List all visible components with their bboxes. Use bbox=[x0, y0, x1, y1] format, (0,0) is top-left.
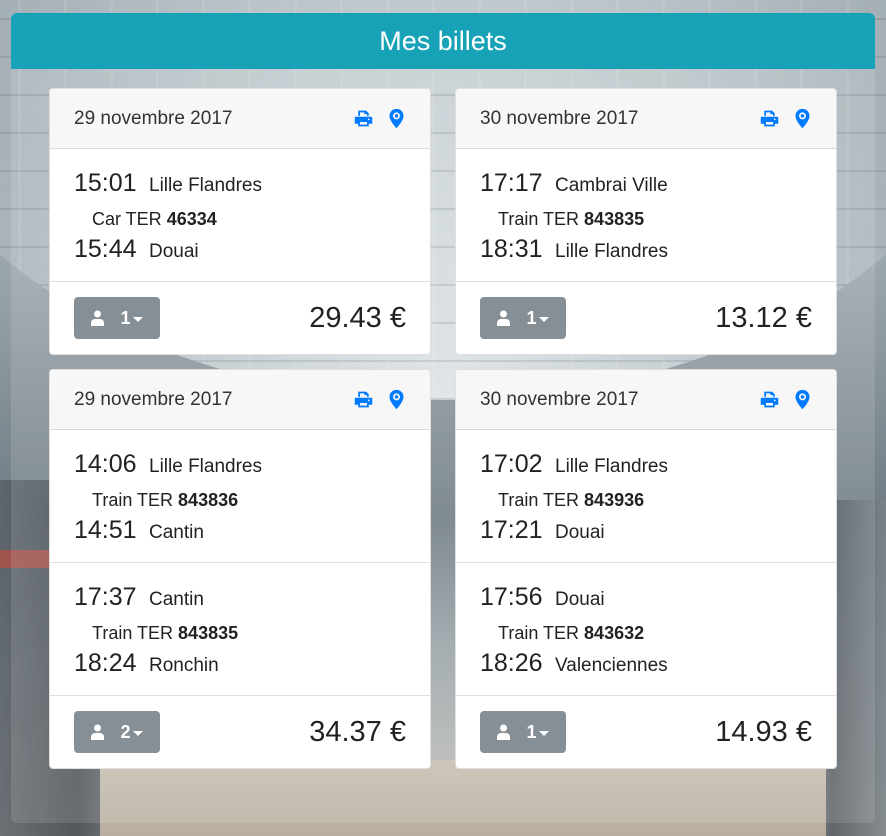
arrival-time: 17:21 bbox=[480, 516, 543, 544]
arrival-time: 18:31 bbox=[480, 235, 543, 263]
page-title: Mes billets bbox=[379, 25, 507, 56]
passenger-count: 1 bbox=[526, 307, 537, 328]
arrival-station: Lille Flandres bbox=[555, 241, 668, 262]
arrival-station: Douai bbox=[555, 522, 605, 543]
ticket-card-footer: 1 13.12 € bbox=[456, 282, 836, 354]
journey-segment: 17:56 Douai Train TER 843632 18:26 Valenci… bbox=[456, 563, 836, 696]
print-icon[interactable] bbox=[759, 389, 780, 410]
transport-mode: Car TER bbox=[92, 209, 162, 229]
ticket-card: 30 novembre 2017 17:17 Cambrai Ville Trai… bbox=[455, 88, 837, 355]
chevron-down-icon bbox=[538, 317, 549, 323]
departure-time: 17:17 bbox=[480, 169, 543, 197]
arrival-time: 15:44 bbox=[74, 235, 137, 263]
chevron-down-icon bbox=[132, 731, 143, 737]
ticket-date: 29 novembre 2017 bbox=[74, 107, 233, 129]
ticket-card-header: 30 novembre 2017 bbox=[456, 370, 836, 430]
ticket-card-footer: 2 34.37 € bbox=[50, 696, 430, 768]
arrival-time: 14:51 bbox=[74, 516, 137, 544]
transport-mode: Train TER bbox=[498, 490, 580, 510]
transport-info: Train TER 843836 bbox=[74, 484, 406, 516]
transport-number: 46334 bbox=[166, 209, 217, 229]
transport-mode: Train TER bbox=[92, 490, 174, 510]
journey-segment: 14:06 Lille Flandres Train TER 843836 14:… bbox=[50, 430, 430, 563]
departure-time: 14:06 bbox=[74, 450, 137, 478]
passenger-count: 1 bbox=[526, 721, 537, 742]
map-marker-icon[interactable] bbox=[792, 389, 813, 410]
departure-time: 17:37 bbox=[74, 583, 137, 611]
journey-segment: 17:02 Lille Flandres Train TER 843936 17:… bbox=[456, 430, 836, 563]
transport-mode: Train TER bbox=[92, 623, 174, 643]
passenger-count-dropdown[interactable]: 1 bbox=[480, 711, 566, 753]
transport-number: 843836 bbox=[178, 490, 239, 510]
tickets-panel: Mes billets 29 novembre 2017 15:01 Lille … bbox=[11, 13, 875, 823]
arrival-time: 18:24 bbox=[74, 649, 137, 677]
map-marker-icon[interactable] bbox=[386, 108, 407, 129]
passenger-count-dropdown[interactable]: 1 bbox=[480, 297, 566, 339]
journey-segment: 17:17 Cambrai Ville Train TER 843835 18:3… bbox=[456, 149, 836, 282]
passenger-count-dropdown[interactable]: 2 bbox=[74, 711, 160, 753]
passenger-count: 2 bbox=[120, 721, 131, 742]
user-icon bbox=[497, 724, 511, 740]
ticket-price: 14.93 € bbox=[715, 715, 812, 748]
ticket-card: 30 novembre 2017 17:02 Lille Flandres Tra… bbox=[455, 369, 837, 769]
departure-station: Cambrai Ville bbox=[555, 175, 668, 196]
arrival-station: Douai bbox=[149, 241, 199, 262]
ticket-card-header: 30 novembre 2017 bbox=[456, 89, 836, 149]
transport-mode: Train TER bbox=[498, 209, 580, 229]
ticket-date: 30 novembre 2017 bbox=[480, 107, 639, 129]
arrival-time: 18:26 bbox=[480, 649, 543, 677]
transport-info: Train TER 843835 bbox=[74, 617, 406, 649]
departure-station: Cantin bbox=[149, 589, 204, 610]
arrival-station: Valenciennes bbox=[555, 655, 668, 676]
ticket-card-header: 29 novembre 2017 bbox=[50, 89, 430, 149]
map-marker-icon[interactable] bbox=[386, 389, 407, 410]
page-header: Mes billets bbox=[11, 13, 875, 69]
transport-number: 843936 bbox=[584, 490, 645, 510]
ticket-date: 29 novembre 2017 bbox=[74, 388, 233, 410]
departure-time: 15:01 bbox=[74, 169, 137, 197]
ticket-price: 29.43 € bbox=[309, 301, 406, 334]
ticket-card: 29 novembre 2017 15:01 Lille Flandres Car… bbox=[49, 88, 431, 355]
transport-info: Train TER 843632 bbox=[480, 617, 812, 649]
departure-time: 17:02 bbox=[480, 450, 543, 478]
ticket-card-header: 29 novembre 2017 bbox=[50, 370, 430, 430]
passenger-count-dropdown[interactable]: 1 bbox=[74, 297, 160, 339]
departure-station: Lille Flandres bbox=[555, 456, 668, 477]
departure-station: Lille Flandres bbox=[149, 175, 262, 196]
print-icon[interactable] bbox=[759, 108, 780, 129]
ticket-card: 29 novembre 2017 14:06 Lille Flandres Tra… bbox=[49, 369, 431, 769]
ticket-card-footer: 1 14.93 € bbox=[456, 696, 836, 768]
arrival-station: Cantin bbox=[149, 522, 204, 543]
map-marker-icon[interactable] bbox=[792, 108, 813, 129]
user-icon bbox=[91, 310, 105, 326]
transport-info: Train TER 843835 bbox=[480, 203, 812, 235]
ticket-card-footer: 1 29.43 € bbox=[50, 282, 430, 354]
transport-info: Train TER 843936 bbox=[480, 484, 812, 516]
journey-segment: 17:37 Cantin Train TER 843835 18:24 Ronchi… bbox=[50, 563, 430, 696]
ticket-price: 13.12 € bbox=[715, 301, 812, 334]
user-icon bbox=[497, 310, 511, 326]
journey-segment: 15:01 Lille Flandres Car TER 46334 15:44 D… bbox=[50, 149, 430, 282]
transport-info: Car TER 46334 bbox=[74, 203, 406, 235]
transport-number: 843835 bbox=[178, 623, 239, 643]
print-icon[interactable] bbox=[353, 108, 374, 129]
transport-mode: Train TER bbox=[498, 623, 580, 643]
transport-number: 843632 bbox=[584, 623, 645, 643]
ticket-price: 34.37 € bbox=[309, 715, 406, 748]
departure-station: Lille Flandres bbox=[149, 456, 262, 477]
print-icon[interactable] bbox=[353, 389, 374, 410]
passenger-count: 1 bbox=[120, 307, 131, 328]
chevron-down-icon bbox=[132, 317, 143, 323]
user-icon bbox=[91, 724, 105, 740]
ticket-date: 30 novembre 2017 bbox=[480, 388, 639, 410]
departure-station: Douai bbox=[555, 589, 605, 610]
departure-time: 17:56 bbox=[480, 583, 543, 611]
arrival-station: Ronchin bbox=[149, 655, 219, 676]
chevron-down-icon bbox=[538, 731, 549, 737]
transport-number: 843835 bbox=[584, 209, 645, 229]
